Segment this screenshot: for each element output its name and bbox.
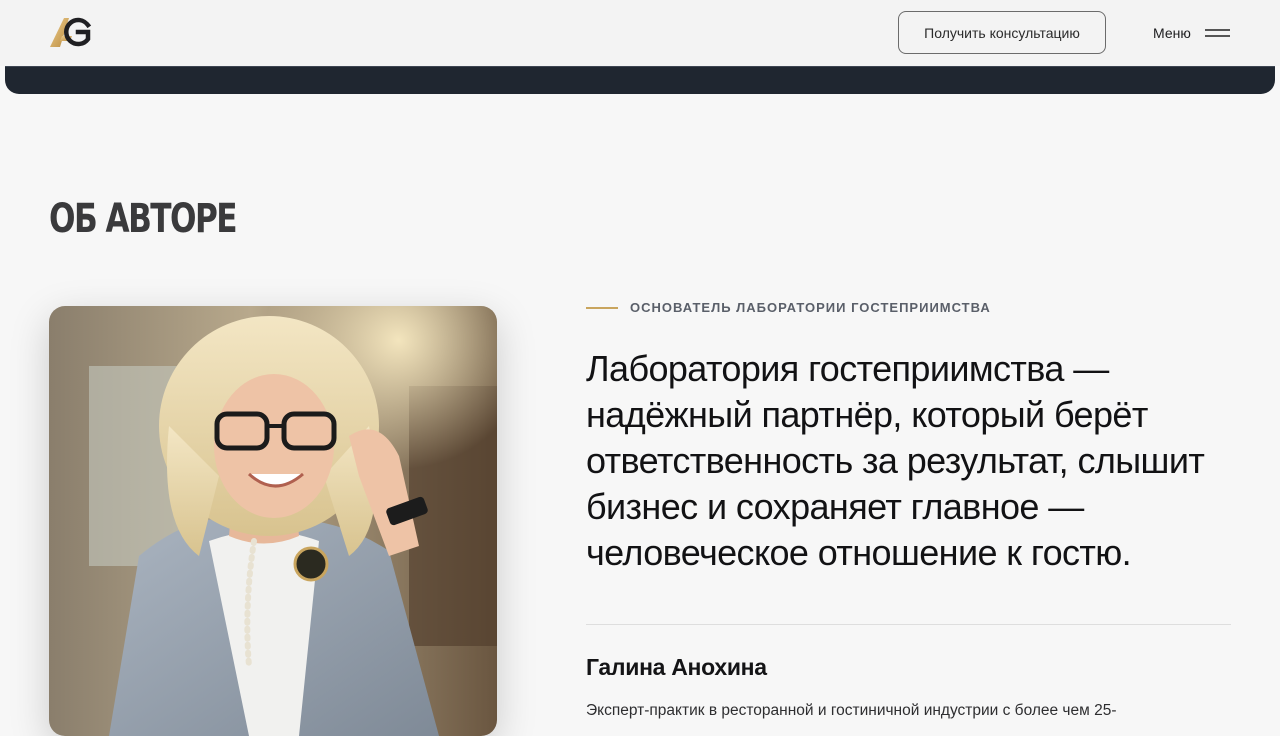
author-name: Галина Анохина [586,654,767,680]
site-header: Получить консультацию Меню [0,0,1280,66]
eyebrow-line [586,306,618,309]
menu-button[interactable]: Меню [1153,20,1230,46]
eyebrow: ОСНОВАТЕЛЬ ЛАБОРАТОРИИ ГОСТЕПРИИМСТВА [586,300,991,315]
author-photo [49,306,497,736]
header-dark-band [5,66,1275,94]
author-bio: Эксперт-практик в ресторанной и гостинич… [586,702,1117,719]
author-quote: Лаборатория гостеприимства — надёжный па… [586,348,1205,573]
hamburger-icon [1204,28,1230,38]
ag-logo-icon[interactable] [48,14,94,50]
menu-label: Меню [1153,25,1191,41]
get-consultation-button[interactable]: Получить консультацию [898,11,1106,54]
section-title: ОБ АВТОРЕ [49,196,238,242]
eyebrow-text: ОСНОВАТЕЛЬ ЛАБОРАТОРИИ ГОСТЕПРИИМСТВА [630,300,991,315]
divider [586,624,1231,625]
